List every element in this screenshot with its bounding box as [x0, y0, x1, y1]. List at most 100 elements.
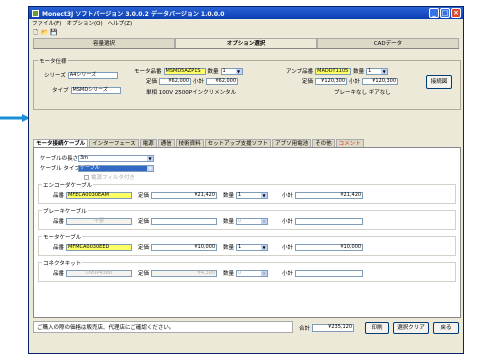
tab-power[interactable]: 電源 — [139, 139, 157, 147]
motor-cable-subtotal-label: 小計 — [282, 245, 294, 251]
amp-qty-dropdown[interactable]: 1 — [366, 67, 389, 75]
encoder-qty-label: 数量 — [223, 193, 235, 199]
toolbar: 🗋 📂 💾 — [29, 27, 463, 37]
brake-qty-label: 数量 — [223, 219, 235, 225]
window-title: Monect3J ソフトバージョン 3.0.0.2 データバージョン 1.0.0… — [42, 10, 225, 18]
amp-price-label: 定価 — [302, 79, 314, 85]
connector-qty-dropdown: 0 — [236, 269, 269, 277]
motor-subtotal-label: 小計 — [193, 79, 205, 85]
tab-other[interactable]: その他 — [312, 139, 335, 147]
wiring-diagram-button[interactable]: 接続図 — [426, 75, 452, 89]
amp-part-field[interactable]: MADDT1105 — [315, 67, 352, 75]
connector-subtotal-label: 小計 — [282, 271, 294, 277]
amp-subtotal-field: ¥120,300 — [362, 77, 399, 85]
clear-selection-button[interactable]: 選択クリア — [393, 322, 429, 334]
motor-cable-panel: ケーブルの長さ 3m ケーブル タイプ ケーブル 電源フィルタ付き エンコーダケ… — [33, 148, 461, 318]
cable-type-dropdown[interactable]: ケーブル — [78, 164, 154, 172]
encoder-subtotal-field: ¥21,420 — [295, 191, 364, 199]
cable-type-label: ケーブル タイプ — [40, 166, 80, 172]
brake-price-label: 定価 — [138, 219, 150, 225]
encoder-part-label: 品番 — [53, 193, 65, 199]
tab-communication[interactable]: 通信 — [157, 139, 175, 147]
motor-cable-price-field: ¥10,000 — [151, 243, 218, 251]
filter-checkbox-label: 電源フィルタ付き — [91, 175, 135, 181]
connector-price-label: 定価 — [138, 271, 150, 277]
amp-price-field: ¥120,300 — [315, 77, 348, 85]
motor-price-field: ¥62,000 — [159, 77, 192, 85]
brake-part-field: 不要 — [66, 217, 133, 225]
motor-cable-price-label: 定価 — [138, 245, 150, 251]
back-button[interactable]: 戻る — [433, 322, 459, 334]
encoder-qty-dropdown[interactable]: 1 — [236, 191, 269, 199]
price-notice: ご購入の際の価格は販売店、代理店にご確認ください。 — [33, 321, 293, 333]
tab-comment[interactable]: コメント — [335, 139, 364, 147]
encoder-price-field: ¥21,420 — [151, 191, 218, 199]
amp-note-text: ブレーキなし ギアなし — [334, 90, 391, 96]
menu-file[interactable]: ファイル(F) — [32, 19, 61, 27]
brake-price-field — [151, 217, 218, 225]
close-button[interactable]: × — [451, 8, 461, 18]
motor-cable-subtotal-field: ¥10,000 — [295, 243, 364, 251]
motor-part-label: モータ品番 — [134, 69, 162, 75]
brake-part-label: 品番 — [53, 219, 65, 225]
motor-cable-part-label: 品番 — [53, 245, 65, 251]
tab-option[interactable]: オプション選択 — [175, 38, 317, 48]
print-button[interactable]: 印刷 — [365, 322, 389, 334]
tab-interface[interactable]: インターフェース — [89, 139, 139, 147]
brake-cable-section: ブレーキケーブル 品番 不要 定価 数量 0 小計 — [38, 207, 456, 230]
tab-motor-cable[interactable]: モータ接続ケーブル — [33, 139, 89, 147]
tab-capacity[interactable]: 容量選択 — [33, 38, 175, 48]
tab-battery[interactable]: アブソ用電池 — [272, 139, 312, 147]
series-field[interactable]: A4シリーズ — [67, 71, 118, 79]
inner-tabs: モータ接続ケーブル インターフェース 電源 通信 技術資料 セットアップ支援ソフ… — [33, 139, 461, 148]
connector-part-field: DV0P4380 — [66, 269, 133, 277]
app-icon — [32, 9, 39, 17]
brake-qty-dropdown: 0 — [236, 217, 269, 225]
connector-price-field: ¥4,300 — [151, 269, 218, 277]
menu-option[interactable]: オプション(O) — [66, 19, 102, 27]
open-folder-icon[interactable]: 📂 — [41, 29, 48, 36]
series-label: シリーズ — [44, 73, 66, 79]
tab-cad[interactable]: CADデータ — [317, 38, 459, 48]
motor-spec-label: モータ仕様 — [38, 57, 68, 65]
type-label: タイプ — [52, 88, 69, 94]
motor-unit-text: 単相 100V 2500Pインクリメンタル — [146, 90, 237, 96]
maximize-button[interactable]: □ — [440, 8, 450, 18]
motor-qty-dropdown[interactable]: 1 — [220, 67, 243, 75]
tab-technical[interactable]: 技術資料 — [175, 139, 204, 147]
menu-bar: ファイル(F) オプション(O) ヘルプ(Z) — [29, 19, 463, 27]
motor-cable-qty-dropdown[interactable]: 1 — [236, 243, 269, 251]
encoder-part-field[interactable]: MFECA0030EAM — [66, 191, 133, 199]
motor-qty-label: 数量 — [207, 69, 219, 75]
motor-cable-part-field[interactable]: MFMCA0030EED — [66, 243, 133, 251]
connector-subtotal-field — [295, 269, 364, 277]
app-window: Monect3J ソフトバージョン 3.0.0.2 データバージョン 1.0.0… — [28, 6, 464, 354]
menu-help[interactable]: ヘルプ(Z) — [108, 19, 133, 27]
title-bar: Monect3J ソフトバージョン 3.0.0.2 データバージョン 1.0.0… — [29, 7, 463, 19]
cable-length-dropdown[interactable]: 3m — [78, 154, 154, 162]
connector-kit-section: コネクタキット 品番 DV0P4380 定価 ¥4,300 数量 0 小計 — [38, 259, 456, 282]
motor-spec-group: モータ仕様 シリーズ A4シリーズ タイプ MSMDシリーズ モータ品番 MSM… — [33, 57, 461, 110]
filter-checkbox[interactable] — [84, 174, 89, 180]
motor-cable-title: モータケーブル — [42, 233, 83, 241]
motor-part-field[interactable]: MSMD5AZP1S — [163, 67, 206, 75]
tab-setup-software[interactable]: セットアップ支援ソフト — [204, 139, 272, 147]
motor-cable-qty-label: 数量 — [223, 245, 235, 251]
type-field[interactable]: MSMDシリーズ — [70, 86, 121, 94]
brake-cable-title: ブレーキケーブル — [42, 207, 88, 215]
connector-qty-label: 数量 — [223, 271, 235, 277]
motor-cable-section: モータケーブル 品番 MFMCA0030EED 定価 ¥10,000 数量 1 … — [38, 233, 456, 256]
encoder-cable-title: エンコーダケーブル — [42, 181, 94, 189]
total-field: ¥235,120 — [312, 324, 355, 332]
motor-price-label: 定価 — [146, 79, 158, 85]
connector-kit-title: コネクタキット — [42, 259, 83, 267]
amp-part-label: アンプ品番 — [286, 69, 314, 75]
new-file-icon[interactable]: 🗋 — [32, 29, 39, 36]
save-icon[interactable]: 💾 — [50, 29, 57, 36]
brake-subtotal-label: 小計 — [282, 219, 294, 225]
encoder-price-label: 定価 — [138, 193, 150, 199]
minimize-button[interactable]: _ — [429, 8, 439, 18]
motor-subtotal-field: ¥62,000 — [206, 77, 239, 85]
connector-part-label: 品番 — [53, 271, 65, 277]
brake-subtotal-field — [295, 217, 364, 225]
